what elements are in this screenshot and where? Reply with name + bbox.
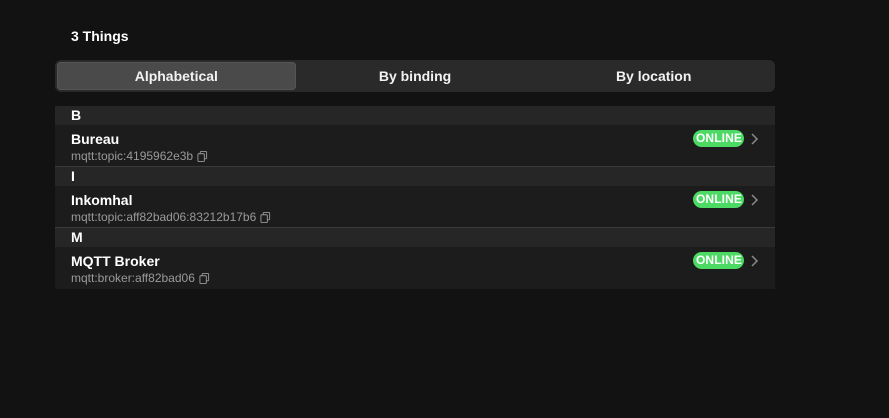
segment-alphabetical[interactable]: Alphabetical (57, 62, 296, 90)
copy-icon[interactable] (197, 150, 208, 162)
sort-segmented-control: Alphabetical By binding By location (55, 60, 775, 92)
chevron-right-icon (751, 133, 759, 145)
group-header-m: M (55, 228, 775, 247)
item-uid-text: mqtt:topic:4195962e3b (71, 149, 194, 163)
things-list: B Bureau mqtt:topic:4195962e3b ONLINE I … (55, 106, 775, 289)
group-header-i: I (55, 167, 775, 186)
item-uid-text: mqtt:broker:aff82bad06 (71, 271, 195, 285)
things-page: 3 Things Alphabetical By binding By loca… (0, 0, 889, 418)
status-badge: ONLINE (693, 130, 744, 147)
item-uid: mqtt:broker:aff82bad06 (71, 271, 210, 285)
group-header-b: B (55, 106, 775, 125)
list-item-mqtt-broker[interactable]: MQTT Broker mqtt:broker:aff82bad06 ONLIN… (55, 247, 775, 289)
list-item-bureau[interactable]: Bureau mqtt:topic:4195962e3b ONLINE (55, 125, 775, 167)
things-count-title: 3 Things (71, 28, 129, 44)
copy-icon[interactable] (199, 272, 210, 284)
item-title: Bureau (71, 131, 120, 147)
chevron-right-icon (751, 194, 759, 206)
segment-by-location[interactable]: By location (534, 62, 773, 90)
chevron-right-icon (751, 255, 759, 267)
item-title: Inkomhal (71, 192, 133, 208)
item-uid: mqtt:topic:4195962e3b (71, 149, 208, 163)
status-badge: ONLINE (693, 252, 744, 269)
segment-by-binding[interactable]: By binding (296, 62, 535, 90)
item-uid: mqtt:topic:aff82bad06:83212b17b6 (71, 210, 271, 224)
item-title: MQTT Broker (71, 253, 160, 269)
item-uid-text: mqtt:topic:aff82bad06:83212b17b6 (71, 210, 257, 224)
copy-icon[interactable] (260, 211, 271, 223)
list-item-inkomhal[interactable]: Inkomhal mqtt:topic:aff82bad06:83212b17b… (55, 186, 775, 228)
status-badge: ONLINE (693, 191, 744, 208)
